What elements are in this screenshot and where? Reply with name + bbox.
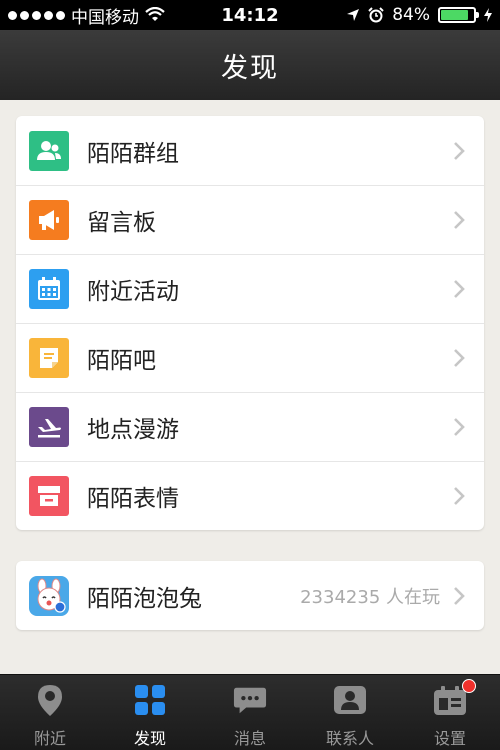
menu-item-message-board[interactable]: 留言板 <box>16 185 484 254</box>
discover-grid-icon <box>133 683 167 717</box>
chevron-right-icon <box>454 280 465 298</box>
player-count: 2334235 人在玩 <box>300 586 440 608</box>
game-title: 陌陌泡泡兔 <box>87 585 202 612</box>
notification-badge <box>462 679 476 693</box>
wifi-icon <box>145 7 165 21</box>
tab-label: 联系人 <box>325 729 374 748</box>
tab-messages[interactable]: 消息 <box>200 675 300 750</box>
tab-discover[interactable]: 发现 <box>100 675 200 750</box>
store-icon <box>29 476 69 516</box>
game-card: 陌陌泡泡兔 2334235 人在玩 <box>16 561 484 630</box>
chevron-right-icon <box>454 141 465 160</box>
menu-item-nearby-events[interactable]: 附近活动 <box>16 254 484 323</box>
chevron-right-icon <box>454 586 465 605</box>
menu-item-group[interactable]: 陌陌群组 <box>16 116 484 185</box>
status-bar: 中国移动 14:12 84% <box>0 0 500 30</box>
tab-label: 消息 <box>233 729 266 748</box>
chevron-right-icon <box>454 211 465 229</box>
nav-bar: 发现 <box>0 30 500 100</box>
location-pin-icon <box>33 683 67 717</box>
menu-item-label: 陌陌群组 <box>87 140 179 167</box>
tab-nearby[interactable]: 附近 <box>0 675 100 750</box>
menu-item-label: 附近活动 <box>87 279 179 305</box>
chevron-right-icon <box>454 487 465 505</box>
menu-item-location-roaming[interactable]: 地点漫游 <box>16 392 484 461</box>
battery-icon <box>438 7 479 23</box>
signal-strength-icon <box>8 10 65 20</box>
location-arrow-icon <box>347 9 360 21</box>
charging-bolt-icon <box>484 8 492 22</box>
megaphone-icon <box>29 200 69 240</box>
tab-label: 发现 <box>133 729 166 748</box>
battery-percent: 84% <box>392 5 430 25</box>
alarm-clock-icon <box>368 7 384 23</box>
contact-icon <box>333 683 367 717</box>
message-bubble-icon <box>233 683 267 717</box>
carrier-name: 中国移动 <box>71 7 139 28</box>
plane-icon <box>29 407 69 447</box>
discover-menu: 陌陌群组 留言板 附近活动 陌陌吧 地点漫游 陌陌表情 <box>16 116 484 530</box>
menu-item-stickers[interactable]: 陌陌表情 <box>16 461 484 530</box>
calendar-icon <box>29 269 69 309</box>
chevron-right-icon <box>454 349 465 367</box>
bubble-rabbit-icon <box>29 575 69 616</box>
status-time: 14:12 <box>221 4 279 26</box>
menu-item-label: 地点漫游 <box>87 417 179 443</box>
menu-item-label: 陌陌吧 <box>87 348 156 374</box>
tab-label: 设置 <box>433 729 466 748</box>
chevron-right-icon <box>454 418 465 436</box>
tab-contacts[interactable]: 联系人 <box>300 675 400 750</box>
tab-bar: 附近 发现 消息 联系人 设置 <box>0 674 500 750</box>
menu-item-bubble-rabbit[interactable]: 陌陌泡泡兔 2334235 人在玩 <box>16 561 484 630</box>
group-icon <box>29 130 69 171</box>
tab-label: 附近 <box>33 729 66 748</box>
tab-settings[interactable]: 设置 <box>400 675 500 750</box>
menu-item-label: 陌陌表情 <box>87 486 179 512</box>
menu-item-label: 留言板 <box>87 210 156 236</box>
page-title: 发现 <box>221 52 279 84</box>
menu-item-momo-bar[interactable]: 陌陌吧 <box>16 323 484 392</box>
note-icon <box>29 338 69 378</box>
